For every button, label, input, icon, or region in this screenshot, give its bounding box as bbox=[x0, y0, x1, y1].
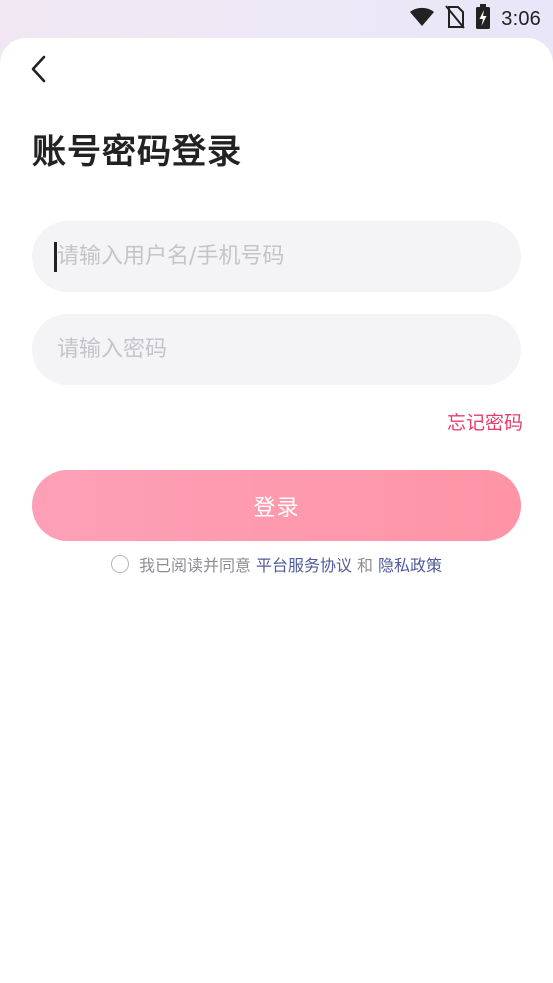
text-cursor bbox=[54, 242, 57, 272]
agreement-prefix: 我已阅读并同意 bbox=[138, 556, 251, 575]
agreement-row: 我已阅读并同意 平台服务协议 和 隐私政策 bbox=[0, 552, 553, 576]
status-bar: 3:06 bbox=[0, 0, 553, 38]
agreement-conjunction: 和 bbox=[357, 556, 374, 575]
status-icons: 3:06 bbox=[409, 4, 541, 34]
agreement-checkbox[interactable] bbox=[110, 555, 129, 573]
page-title: 账号密码登录 bbox=[32, 132, 242, 172]
forgot-password-link[interactable]: 忘记密码 bbox=[447, 408, 523, 435]
wifi-icon bbox=[409, 7, 435, 31]
status-time: 3:06 bbox=[501, 7, 541, 30]
chevron-left-icon bbox=[29, 54, 49, 88]
login-sheet: 账号密码登录 忘记密码 登录 我已阅读并同意 平台服务协议 和 隐私政策 bbox=[0, 38, 553, 983]
password-field[interactable] bbox=[32, 314, 521, 385]
username-field[interactable] bbox=[32, 221, 521, 292]
login-button[interactable]: 登录 bbox=[32, 470, 521, 541]
back-button[interactable] bbox=[22, 54, 56, 88]
privacy-link[interactable]: 隐私政策 bbox=[378, 552, 442, 576]
no-sim-icon bbox=[445, 5, 466, 33]
username-input[interactable] bbox=[55, 243, 521, 270]
terms-link[interactable]: 平台服务协议 bbox=[256, 552, 352, 576]
battery-charging-icon bbox=[475, 4, 491, 34]
password-input[interactable] bbox=[55, 336, 521, 363]
